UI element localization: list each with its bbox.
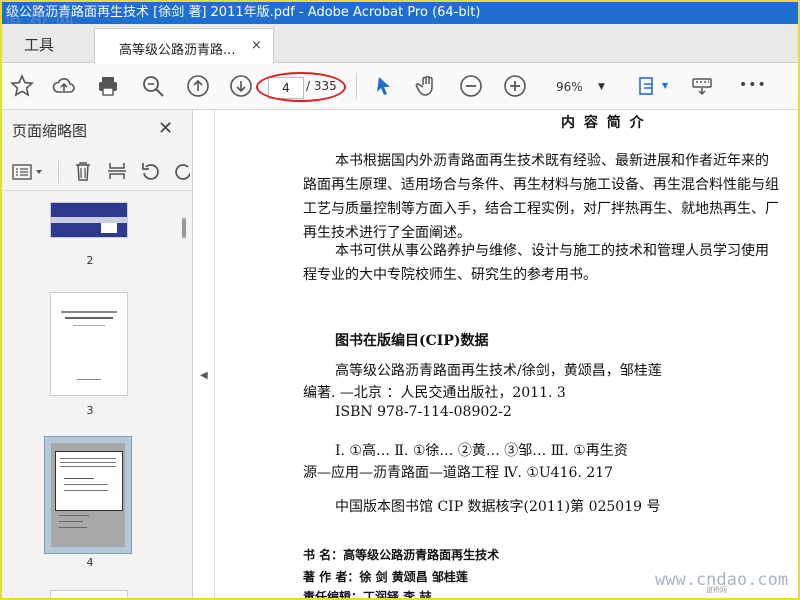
print-icon[interactable] — [94, 72, 122, 100]
thumbnail-number: 4 — [86, 556, 94, 569]
thumbnail-number: 3 — [86, 404, 94, 417]
paragraph-line: 工艺与质量控制等方面入手，结合工程实例，对厂拌热再生、就地热再生、厂 — [303, 201, 779, 217]
zoom-level-dropdown[interactable]: 96% ▼ — [542, 77, 614, 97]
book-info-line: 责任编辑：丁润铎 李 喆 — [303, 590, 432, 598]
thumbnail-text-line — [60, 458, 116, 459]
chevron-down-icon: ▼ — [598, 82, 605, 92]
select-cursor-icon[interactable] — [370, 72, 398, 100]
thumbnail-text-line — [61, 311, 117, 313]
sidebar-close-button[interactable]: ✕ — [158, 118, 173, 139]
page-fit-icon[interactable] — [634, 72, 662, 100]
sidebar-separator — [58, 161, 59, 183]
more-options-icon[interactable]: ••• — [739, 77, 767, 93]
document-view[interactable]: 内 容 简 介 本书根据国内外沥青路面再生技术既有经验、最新进展和作者近年来的 … — [214, 110, 798, 598]
chevron-down-icon[interactable]: ▼ — [662, 81, 668, 90]
thumbnail-page-4 — [51, 443, 125, 547]
bookmark-star-icon[interactable] — [8, 72, 36, 100]
paragraph-line: 本书可供从事公路养护与维修、设计与施工的技术和管理人员学习使用 — [335, 243, 769, 259]
thumbnail-options-icon[interactable] — [12, 164, 46, 184]
rotate-left-icon[interactable] — [140, 160, 162, 186]
app-window: 级公路沥青路面再生技术 [徐剑 著] 2011年版.pdf - Adobe Ac… — [0, 0, 800, 600]
sidebar-toolbar — [2, 154, 192, 191]
tab-document-label: 高等级公路沥青路... — [119, 43, 236, 58]
thumbnail-text-line — [59, 527, 87, 528]
scrollbar-thumb[interactable] — [182, 218, 186, 238]
page-heading: 内 容 简 介 — [561, 115, 646, 131]
book-info-line: 著 作 者：徐 剑 黄颂昌 邹桂莲 — [303, 570, 468, 584]
thumbnail-text-line — [65, 317, 113, 319]
thumbnail-page-2[interactable] — [50, 202, 128, 238]
tab-document[interactable]: 高等级公路沥青路... × — [94, 28, 274, 63]
watermark-small: 道桥网 — [706, 586, 727, 594]
cip-line: ISBN 978-7-114-08902-2 — [335, 404, 512, 420]
tab-close-button[interactable]: × — [251, 38, 262, 53]
thumbnail-number: 2 — [86, 254, 94, 267]
cip-line: 源—应用—沥青路面—道路工程 Ⅳ. ①U416. 217 — [303, 465, 614, 481]
cloud-upload-icon[interactable] — [50, 72, 78, 100]
barcode-icon — [101, 223, 117, 233]
hand-tool-icon[interactable] — [413, 72, 441, 100]
cip-line: 中国版本图书馆 CIP 数据核字(2011)第 025019 号 — [335, 499, 661, 515]
thumbnail-text-line — [60, 462, 116, 463]
cip-title: 图书在版编目(CIP)数据 — [335, 333, 489, 349]
paragraph-line: 程专业的大中专院校师生、研究生的参考用书。 — [303, 267, 597, 283]
book-info-line: 书 名：高等级公路沥青路面再生技术 — [303, 548, 500, 562]
thumbnail-list: 2 3 4 — [2, 192, 180, 598]
title-bar: 级公路沥青路面再生技术 [徐剑 著] 2011年版.pdf - Adobe Ac… — [2, 2, 798, 24]
paragraph-line: 路面再生原理、适用场合与条件、再生材料与施工设备、再生混合料性能与组 — [303, 177, 779, 193]
tab-tools[interactable]: 工具 — [24, 34, 54, 55]
previous-page-icon[interactable] — [184, 72, 212, 100]
zoom-out-icon[interactable] — [457, 72, 485, 100]
toolbar-separator — [356, 73, 357, 99]
sidebar-scrollbar[interactable] — [180, 192, 190, 598]
cip-line: 编著. —北京 ：人民交通出版社，2011. 3 — [303, 385, 566, 401]
thumbnail-text-line — [64, 490, 108, 491]
zoom-in-icon[interactable] — [501, 72, 529, 100]
zoom-search-icon[interactable] — [139, 72, 167, 100]
thumbnail-text-line — [64, 478, 94, 479]
zoom-level-value: 96% — [556, 80, 583, 94]
extract-pages-icon[interactable] — [106, 160, 128, 186]
paragraph-line: 本书根据国内外沥青路面再生技术既有经验、最新进展和作者近年来的 — [335, 153, 769, 169]
thumbnail-page-3[interactable] — [50, 292, 128, 396]
keyboard-read-icon[interactable] — [688, 72, 716, 100]
window-title: 级公路沥青路面再生技术 [徐剑 著] 2011年版.pdf - Adobe Ac… — [6, 5, 481, 20]
toolbar: 4 / 335 96% ▼ ▼ ••• — [2, 63, 798, 110]
paragraph-line: 再生技术进行了全面阐述。 — [303, 225, 471, 241]
thumbnail-text-line — [60, 466, 116, 467]
tab-bar: 工具 高等级公路沥青路... × — [2, 24, 798, 63]
next-page-icon[interactable] — [227, 72, 255, 100]
cip-line: Ⅰ. ①高… Ⅱ. ①徐… ②黄… ③邹… Ⅲ. ①再生资 — [335, 443, 628, 459]
rotate-right-icon[interactable] — [172, 160, 190, 186]
thumbnail-text-line — [59, 521, 83, 522]
trash-icon[interactable] — [72, 160, 94, 186]
red-highlight-oval — [256, 72, 346, 102]
thumbnail-text-line — [64, 484, 108, 485]
thumbnail-page-5[interactable] — [50, 590, 128, 598]
sidebar-title: 页面缩略图 — [12, 122, 88, 140]
thumbnail-text-line — [77, 379, 101, 380]
cip-line: 高等级公路沥青路面再生技术/徐剑，黄颂昌，邹桂莲 — [335, 363, 662, 379]
collapse-sidebar-arrow-icon[interactable]: ◀ — [200, 370, 208, 381]
thumbnail-viewport-box — [55, 451, 123, 511]
thumbnail-sidebar: 页面缩略图 ✕ 2 3 4 — [2, 110, 193, 598]
thumbnail-page-4-selected[interactable] — [44, 436, 132, 554]
pdf-page: 内 容 简 介 本书根据国内外沥青路面再生技术既有经验、最新进展和作者近年来的 … — [215, 110, 798, 598]
thumbnail-text-line — [73, 325, 105, 326]
thumbnail-text-line — [59, 515, 89, 516]
